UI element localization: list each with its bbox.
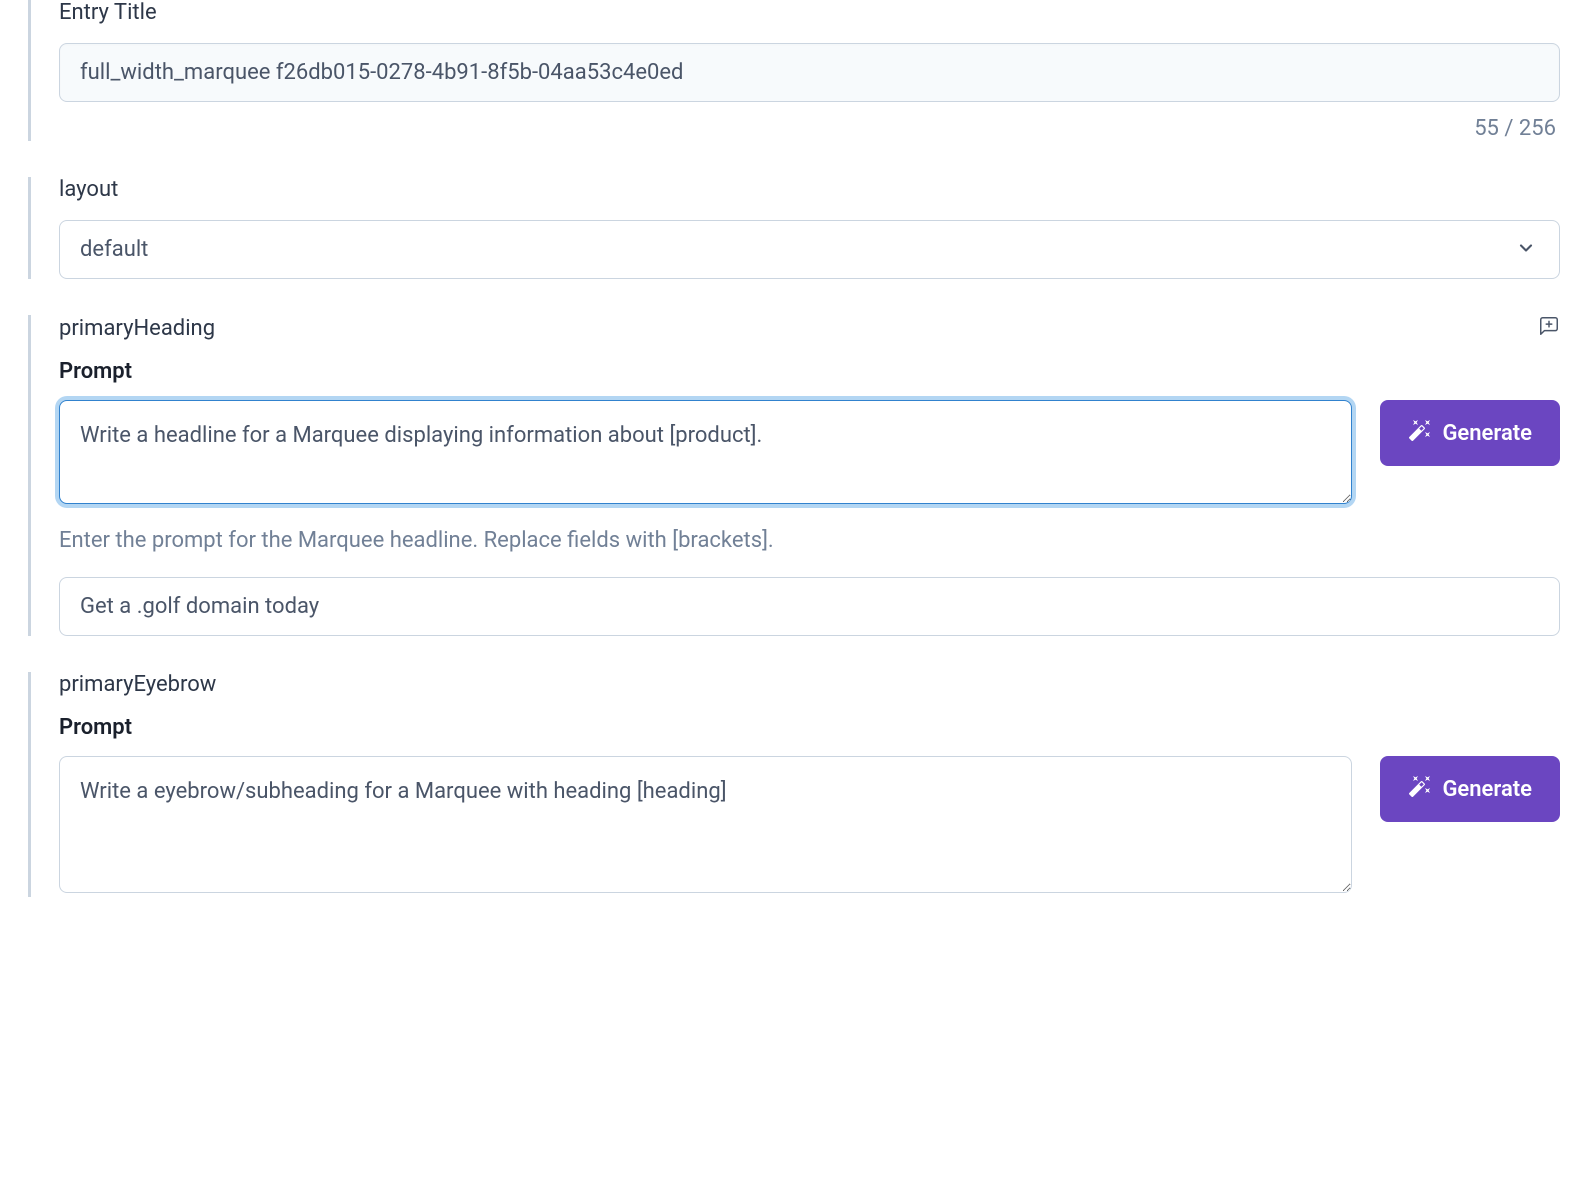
primary-eyebrow-generate-button[interactable]: Generate (1380, 756, 1560, 822)
layout-select[interactable]: default (59, 220, 1560, 279)
primary-heading-label: primaryHeading (59, 316, 215, 341)
layout-label: layout (59, 177, 1560, 202)
comment-add-icon[interactable] (1538, 315, 1560, 341)
entry-title-input[interactable] (59, 43, 1560, 102)
magic-wand-icon (1408, 774, 1432, 804)
primary-eyebrow-prompt-textarea[interactable]: Write a eyebrow/subheading for a Marquee… (59, 756, 1352, 893)
primary-eyebrow-label: primaryEyebrow (59, 672, 1560, 697)
primary-heading-helper-text: Enter the prompt for the Marquee headlin… (59, 528, 1560, 553)
primary-heading-prompt-label: Prompt (59, 359, 1560, 384)
generate-button-label: Generate (1442, 421, 1532, 446)
primary-heading-generate-button[interactable]: Generate (1380, 400, 1560, 466)
primary-heading-prompt-textarea[interactable]: Write a headline for a Marquee displayin… (59, 400, 1352, 504)
generate-button-label: Generate (1442, 777, 1532, 802)
primary-eyebrow-prompt-label: Prompt (59, 715, 1560, 740)
entry-title-label: Entry Title (59, 0, 1560, 25)
primary-heading-result-input[interactable] (59, 577, 1560, 636)
entry-title-char-counter: 55 / 256 (59, 116, 1560, 141)
magic-wand-icon (1408, 418, 1432, 448)
